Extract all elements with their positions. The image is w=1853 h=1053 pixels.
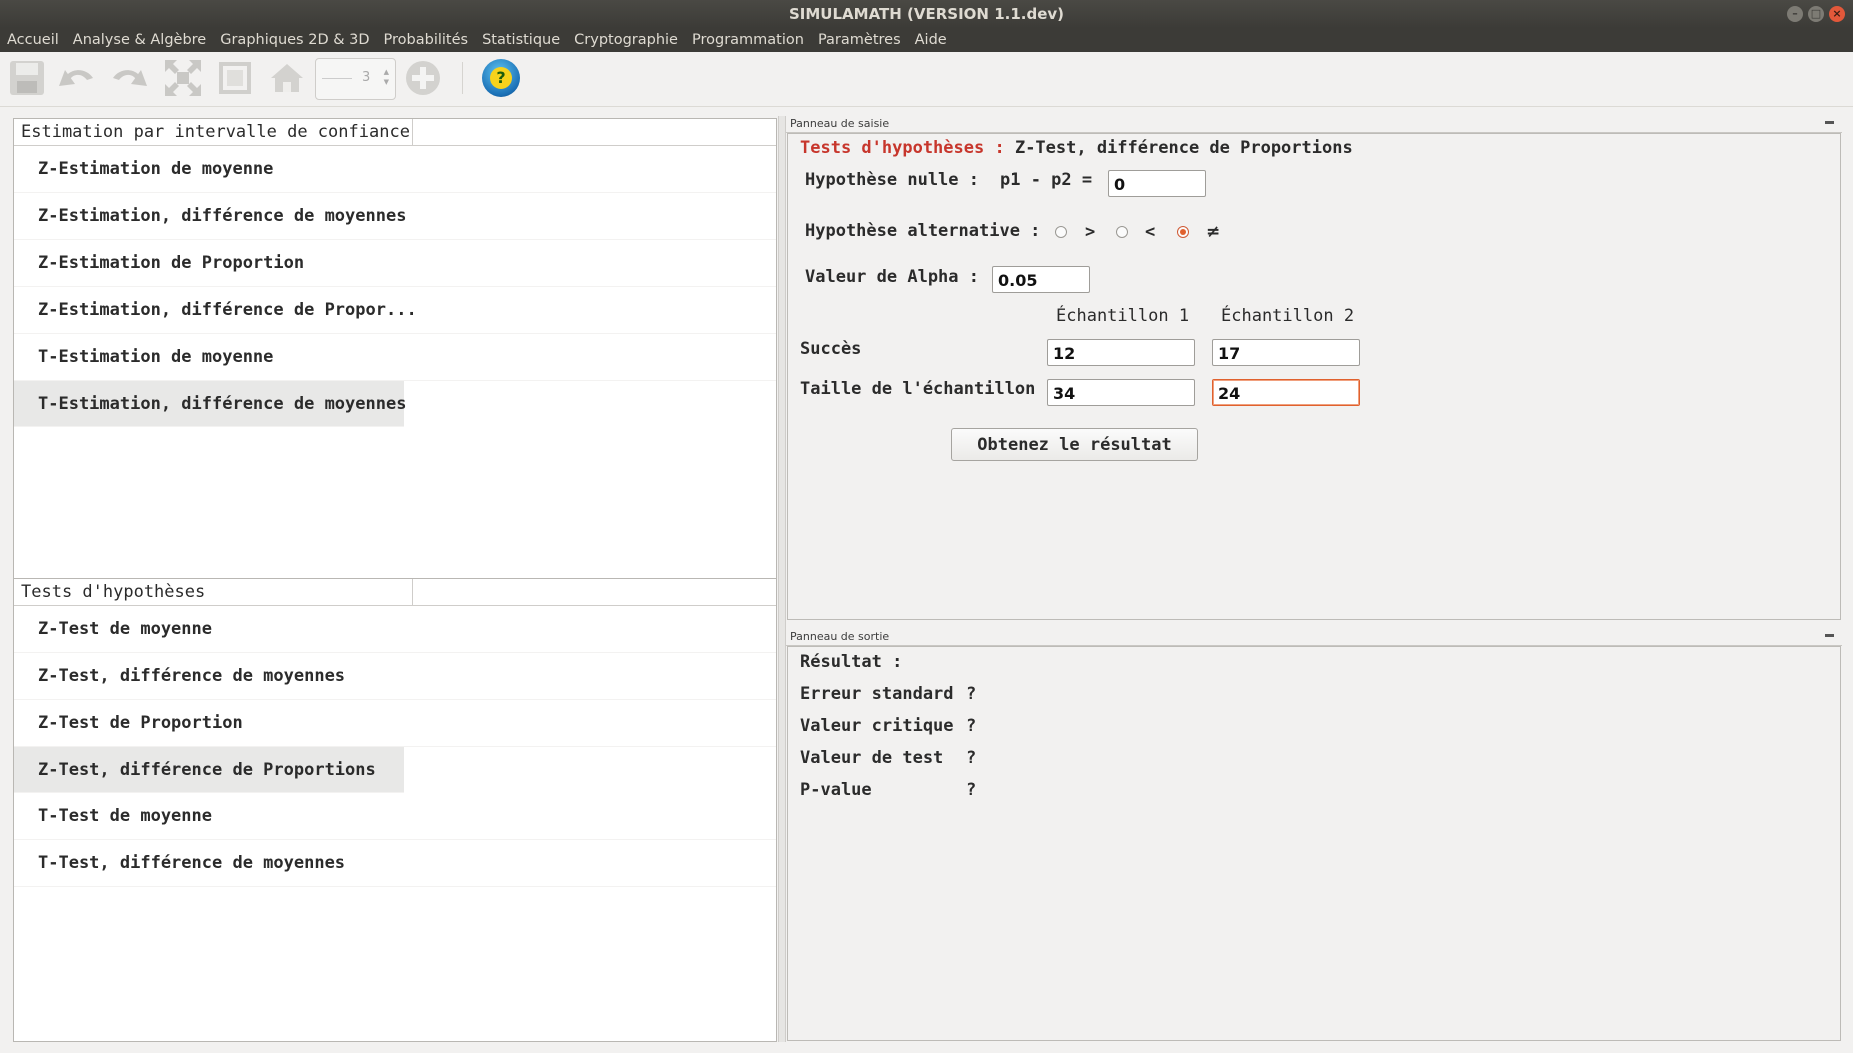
output-panel-body (787, 646, 1841, 1041)
list-item[interactable]: Z-Test de Proportion (14, 700, 776, 747)
alt-less-radio[interactable] (1116, 226, 1128, 238)
zoom-spinner[interactable]: 3 ▲ ▼ (315, 58, 396, 100)
menu-probabilites[interactable]: Probabilités (377, 28, 476, 52)
menu-graphiques[interactable]: Graphiques 2D & 3D (213, 28, 376, 52)
alt-notequal-label: ≠ (1206, 222, 1221, 242)
success-label: Succès (800, 339, 862, 359)
sample2-column-header: Échantillon 2 (1221, 306, 1355, 326)
close-window-icon[interactable]: × (1829, 6, 1845, 22)
form-heading-category: Tests d'hypothèses : (800, 138, 1005, 158)
menu-statistique[interactable]: Statistique (475, 28, 567, 52)
get-result-button[interactable]: Obtenez le résultat (951, 428, 1198, 461)
sample1-column-header: Échantillon 1 (1056, 306, 1190, 326)
input-panel-title: Panneau de saisie (786, 116, 1842, 133)
alt-hypothesis-label: Hypothèse alternative : (805, 221, 1041, 241)
input-panel: Panneau de saisie (786, 116, 1842, 621)
alpha-label: Valeur de Alpha : (805, 267, 979, 287)
collapse-panel-icon[interactable] (1825, 121, 1834, 124)
window-titlebar: SIMULAMATH (VERSION 1.1.dev) – □ × (0, 0, 1853, 28)
window-title: SIMULAMATH (VERSION 1.1.dev) (788, 5, 1065, 23)
minimize-window-icon[interactable]: – (1787, 6, 1803, 22)
fit-view-icon[interactable] (214, 57, 256, 99)
standard-error-label: Erreur standard (800, 684, 954, 704)
menu-accueil[interactable]: Accueil (0, 28, 66, 52)
sample-size-label: Taille de l'échantillon (800, 379, 1036, 399)
save-icon[interactable] (6, 57, 48, 99)
list-item[interactable]: T-Test de moyenne (14, 793, 776, 840)
redo-icon[interactable] (108, 57, 150, 99)
result-label: Résultat : (800, 652, 903, 672)
add-icon[interactable] (402, 57, 444, 99)
undo-icon[interactable] (56, 57, 98, 99)
menu-aide[interactable]: Aide (908, 28, 954, 52)
p-value-value: ? (966, 780, 977, 800)
menu-parametres[interactable]: Paramètres (811, 28, 908, 52)
vertical-splitter[interactable] (778, 116, 786, 1042)
form-heading: Tests d'hypothèses : Z-Test, différence … (800, 138, 1353, 158)
list-item-selected[interactable]: Z-Test, différence de Proportions (14, 747, 404, 793)
size-sample1-input[interactable]: 34 (1047, 379, 1195, 406)
size-sample2-input[interactable]: 24 (1212, 379, 1360, 406)
list-item[interactable]: T-Test, différence de moyennes (14, 840, 776, 887)
null-hypothesis-expression: p1 - p2 = (1000, 170, 1093, 190)
estimation-header: Estimation par intervalle de confiance (14, 119, 776, 146)
tests-list-panel: Tests d'hypothèses Z-Test de moyenne Z-T… (13, 578, 777, 1042)
output-panel-title: Panneau de sortie (786, 629, 1842, 646)
alt-notequal-radio[interactable] (1177, 226, 1189, 238)
alt-less-label: < (1145, 222, 1156, 242)
null-hypothesis-label: Hypothèse nulle : (805, 170, 979, 190)
alpha-input[interactable]: 0.05 (992, 266, 1090, 293)
p-value-label: P-value (800, 780, 872, 800)
success-sample2-input[interactable]: 17 (1212, 339, 1360, 366)
list-item[interactable]: Z-Test, différence de moyennes (14, 653, 776, 700)
test-value-label: Valeur de test (800, 748, 944, 768)
form-heading-test: Z-Test, différence de Proportions (1014, 138, 1353, 158)
critical-value-label: Valeur critique (800, 716, 954, 736)
input-panel-body (787, 133, 1841, 620)
home-icon[interactable] (266, 57, 308, 99)
list-item-selected[interactable]: T-Estimation, différence de moyennes (14, 381, 406, 427)
alt-greater-label: > (1085, 222, 1096, 242)
menu-programmation[interactable]: Programmation (685, 28, 811, 52)
list-item[interactable]: Z-Estimation de moyenne (14, 146, 776, 193)
menu-bar: Accueil Analyse & Algèbre Graphiques 2D … (0, 28, 1853, 52)
success-sample1-input[interactable]: 12 (1047, 339, 1195, 366)
test-value-value: ? (966, 748, 977, 768)
standard-error-value: ? (966, 684, 977, 704)
collapse-panel-icon[interactable] (1825, 634, 1834, 637)
list-item[interactable]: Z-Estimation, différence de moyennes (14, 193, 776, 240)
toolbar-separator (462, 62, 463, 94)
list-item[interactable]: Z-Estimation, différence de Propor... (14, 287, 776, 334)
estimation-list-panel: Estimation par intervalle de confiance Z… (13, 118, 777, 580)
expand-icon[interactable] (162, 57, 204, 99)
critical-value-value: ? (966, 716, 977, 736)
spinner-arrows-icon[interactable]: ▲ ▼ (384, 67, 389, 87)
maximize-window-icon[interactable]: □ (1808, 6, 1824, 22)
list-item[interactable]: Z-Test de moyenne (14, 606, 776, 653)
menu-analyse-algebre[interactable]: Analyse & Algèbre (66, 28, 213, 52)
help-icon[interactable]: ? (482, 59, 520, 97)
list-item[interactable]: Z-Estimation de Proportion (14, 240, 776, 287)
menu-cryptographie[interactable]: Cryptographie (567, 28, 685, 52)
list-item[interactable]: T-Estimation de moyenne (14, 334, 776, 381)
alt-greater-radio[interactable] (1055, 226, 1067, 238)
null-value-input[interactable]: 0 (1108, 170, 1206, 197)
tests-header: Tests d'hypothèses (14, 579, 776, 606)
